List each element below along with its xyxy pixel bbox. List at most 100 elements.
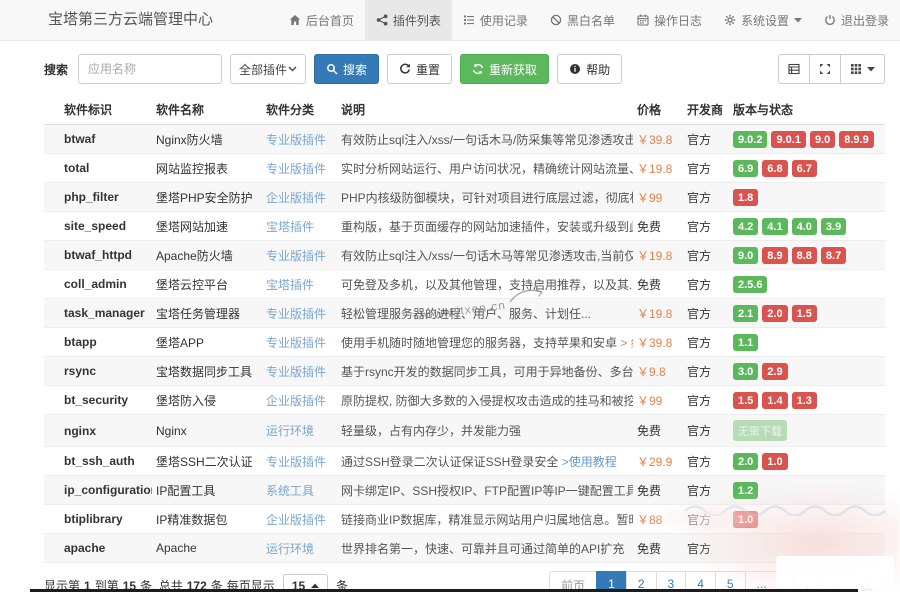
- version-badge[interactable]: 2.5.6: [733, 276, 767, 293]
- search-button[interactable]: 搜索: [314, 54, 379, 84]
- version-badge[interactable]: 4.0: [792, 218, 817, 235]
- plugin-developer: 官方: [687, 191, 711, 205]
- version-badge[interactable]: 1.0: [762, 453, 787, 470]
- card-view-icon: [788, 63, 800, 75]
- version-badge[interactable]: 3.9: [821, 218, 846, 235]
- version-badge[interactable]: 1.5: [792, 305, 817, 322]
- version-badge[interactable]: 8.9: [762, 247, 787, 264]
- version-badge[interactable]: 2.9: [762, 363, 787, 380]
- table-row: site_speed堡塔网站加速宝塔插件重构版，基于页面缓存的网站加速插件，安装…: [44, 212, 885, 241]
- card-view-button[interactable]: [778, 54, 810, 84]
- version-badge[interactable]: 2.0: [762, 305, 787, 322]
- refresh-button[interactable]: 重新获取: [460, 54, 549, 84]
- column-header[interactable]: 版本与状态: [729, 95, 885, 125]
- version-badge[interactable]: 9.0: [810, 131, 835, 148]
- plugin-category-link[interactable]: 企业版插件: [266, 191, 326, 205]
- version-badge[interactable]: 1.3: [792, 392, 817, 409]
- plugin-desc-link[interactable]: >使用教程: [562, 455, 617, 469]
- toolbar: 搜索 全部插件 搜索 重置 重新获取 帮助: [0, 41, 900, 95]
- plugin-category-link[interactable]: 企业版插件: [266, 513, 326, 527]
- plugin-desc: 基于rsync开发的数据同步工具，可用于异地备份、多台主...: [341, 365, 633, 379]
- columns-button[interactable]: [840, 54, 885, 84]
- version-badge[interactable]: 9.0.2: [733, 131, 767, 148]
- plugin-price: ￥19.8: [637, 249, 672, 263]
- version-badge[interactable]: 无需下载: [733, 420, 787, 441]
- nav-item-settings[interactable]: 系统设置: [713, 0, 813, 40]
- help-button[interactable]: 帮助: [557, 54, 622, 84]
- plugin-name: 堡塔PHP安全防护: [156, 191, 253, 205]
- nav-item-records[interactable]: 使用记录: [452, 0, 539, 40]
- refresh-icon: [472, 63, 484, 75]
- plugin-category-link[interactable]: 运行环境: [266, 424, 314, 438]
- plugin-desc-link[interactable]: > 组...: [620, 336, 633, 350]
- column-header[interactable]: 说明: [337, 95, 633, 125]
- version-badge[interactable]: 2.0: [733, 453, 758, 470]
- plugin-developer: 官方: [687, 278, 711, 292]
- column-header[interactable]: 软件分类: [262, 95, 337, 125]
- view-controls: [778, 54, 885, 84]
- version-badge[interactable]: 2.1: [733, 305, 758, 322]
- plugin-id: ip_configuration: [64, 483, 152, 497]
- search-button-label: 搜索: [343, 61, 367, 78]
- plugin-category-link[interactable]: 专业版插件: [266, 455, 326, 469]
- column-header[interactable]: 软件标识: [44, 95, 152, 125]
- category-select[interactable]: 全部插件: [230, 54, 306, 84]
- category-select-value: 全部插件: [239, 61, 287, 78]
- plugin-category-link[interactable]: 专业版插件: [266, 162, 326, 176]
- nav-item-home[interactable]: 后台首页: [278, 0, 365, 40]
- nav-item-label: 后台首页: [306, 12, 354, 29]
- plugin-category-link[interactable]: 专业版插件: [266, 249, 326, 263]
- table-row: btiplibraryIP精准数据包企业版插件链接商业IP数据库，精准显示网站用…: [44, 505, 885, 534]
- version-badge[interactable]: 6.7: [792, 160, 817, 177]
- version-badge[interactable]: 6.8: [762, 160, 787, 177]
- reset-button[interactable]: 重置: [387, 54, 452, 84]
- plugin-category-link[interactable]: 运行环境: [266, 542, 314, 556]
- nav-item-logout[interactable]: 退出登录: [813, 0, 900, 40]
- nav-item-logs[interactable]: 操作日志: [626, 0, 713, 40]
- version-badge[interactable]: 1.8: [733, 189, 758, 206]
- version-badge[interactable]: 4.2: [733, 218, 758, 235]
- plugin-price: ￥19.8: [637, 162, 672, 176]
- version-badge[interactable]: 3.0: [733, 363, 758, 380]
- plugin-price: 免费: [637, 220, 661, 234]
- plugin-category-link[interactable]: 专业版插件: [266, 133, 326, 147]
- nav-item-plugins[interactable]: 插件列表: [365, 0, 452, 40]
- plugin-category-link[interactable]: 系统工具: [266, 484, 314, 498]
- home-icon: [289, 14, 301, 26]
- plugin-category-link[interactable]: 专业版插件: [266, 365, 326, 379]
- version-badge[interactable]: 8.7: [821, 247, 846, 264]
- plugin-developer: 官方: [687, 455, 711, 469]
- version-badge[interactable]: 1.5: [733, 392, 758, 409]
- nav-item-blacklist[interactable]: 黑白名单: [539, 0, 626, 40]
- version-badge[interactable]: 8.8: [792, 247, 817, 264]
- plugin-category-link[interactable]: 企业版插件: [266, 394, 326, 408]
- version-badge[interactable]: 6.9: [733, 160, 758, 177]
- chevron-down-icon: [288, 66, 297, 72]
- plugin-developer: 官方: [687, 336, 711, 350]
- search-input[interactable]: [78, 54, 222, 84]
- plugin-desc: 使用手机随时随地管理您的服务器，支持苹果和安卓: [341, 336, 620, 350]
- plugin-category-link[interactable]: 宝塔插件: [266, 220, 314, 234]
- column-header[interactable]: 价格: [633, 95, 683, 125]
- version-badge[interactable]: 9.0: [733, 247, 758, 264]
- version-badge[interactable]: 4.1: [762, 218, 787, 235]
- plugins-icon: [376, 14, 388, 26]
- version-badge[interactable]: 1.2: [733, 482, 758, 499]
- version-badge[interactable]: 1.4: [762, 392, 787, 409]
- table-row: coll_admin堡塔云控平台宝塔插件可免登及多机，以及其他管理，支持启用推荐…: [44, 270, 885, 299]
- version-badge[interactable]: 1.1: [733, 334, 758, 351]
- plugin-developer: 官方: [687, 484, 711, 498]
- fullscreen-icon: [819, 63, 831, 75]
- fullscreen-button[interactable]: [809, 54, 841, 84]
- plugin-desc: 世界排名第一，快速、可靠并且可通过简单的API扩充: [341, 542, 624, 556]
- plugin-category-link[interactable]: 专业版插件: [266, 307, 326, 321]
- plugin-category-link[interactable]: 宝塔插件: [266, 278, 314, 292]
- nav-item-label: 插件列表: [393, 12, 441, 29]
- column-header[interactable]: 软件名称: [152, 95, 262, 125]
- column-header[interactable]: 开发商: [683, 95, 729, 125]
- version-badge[interactable]: 8.9.9: [839, 131, 873, 148]
- plugin-category-link[interactable]: 专业版插件: [266, 336, 326, 350]
- plugin-price: 免费: [637, 484, 661, 498]
- version-badge[interactable]: 9.0.1: [771, 131, 805, 148]
- version-badge[interactable]: 1.0: [733, 511, 758, 528]
